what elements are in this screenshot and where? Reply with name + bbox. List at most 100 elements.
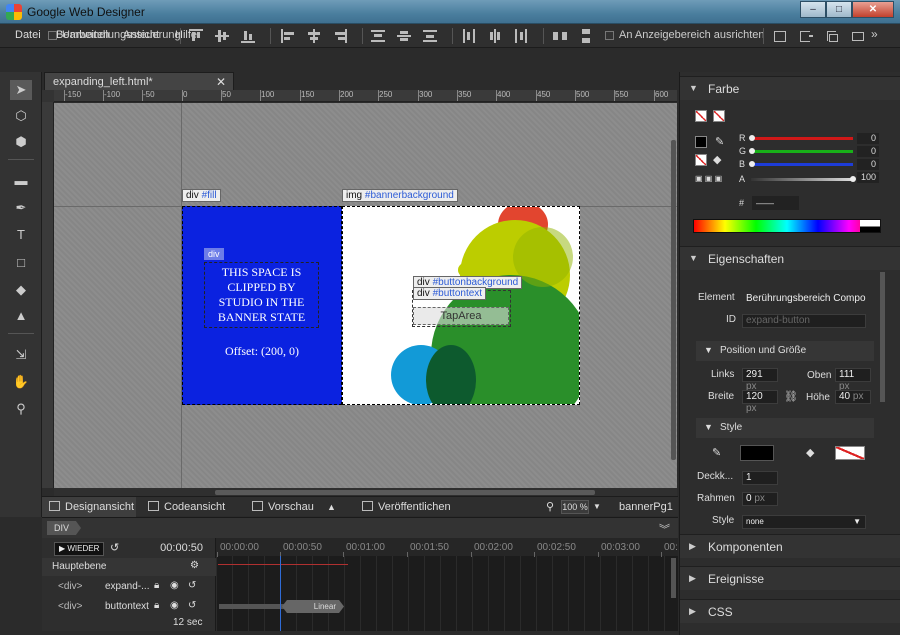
code-view-tab[interactable]: Codeansicht — [148, 497, 225, 517]
align-to-stage-checkbox[interactable] — [605, 31, 614, 40]
insert-page-icon[interactable] — [773, 29, 787, 43]
alpha-slider-knob[interactable] — [850, 176, 856, 182]
timeline-tracks[interactable]: 00:00:00 00:00:50 00:01:00 00:01:50 00:0… — [216, 538, 678, 631]
tap-area-button[interactable]: TapArea — [413, 307, 509, 325]
timeline-breadcrumb[interactable]: DIV — [47, 521, 82, 535]
eye-icon[interactable]: ◉ — [170, 600, 179, 611]
id-input[interactable]: expand-button — [742, 314, 866, 328]
menu-datei[interactable]: Datei — [15, 29, 41, 41]
play-button[interactable]: ▶ WIEDER — [54, 542, 104, 556]
distribute-right-icon[interactable] — [514, 29, 528, 43]
timeline-scrollbar[interactable] — [671, 558, 676, 598]
blue-value[interactable]: 0 — [857, 159, 879, 170]
panel-scrollbar[interactable] — [880, 272, 885, 402]
alpha-value[interactable]: 100 — [857, 172, 879, 183]
align-top-icon[interactable] — [189, 29, 203, 43]
loop-icon[interactable]: ↺ — [110, 541, 119, 554]
width-input[interactable]: 120 px — [742, 390, 778, 414]
publish-button[interactable]: Veröffentlichen — [362, 497, 451, 517]
timeline-row[interactable]: <div> expand-... 🔒︎ ◉ ↺ — [42, 578, 216, 596]
lock-icon[interactable]: 🔒︎ — [154, 580, 159, 591]
tag-tool-icon[interactable]: ▬ — [10, 171, 32, 191]
zoom-input[interactable]: 100 % — [561, 500, 589, 514]
border-input[interactable]: 0 px — [742, 492, 778, 506]
eye-icon[interactable]: ◉ — [170, 580, 179, 591]
distribute-left-icon[interactable] — [462, 29, 476, 43]
pen-tool-icon[interactable]: ✒ — [10, 198, 32, 218]
3d-object-tool-icon[interactable]: ⬡ — [10, 106, 32, 126]
position-size-header[interactable]: ▼ Position und Größe — [696, 341, 874, 361]
maximize-button[interactable]: □ — [826, 1, 852, 18]
align-left-icon[interactable] — [281, 29, 295, 43]
opacity-input[interactable]: 1 — [742, 471, 778, 485]
swatch-mode-icons[interactable]: ▣ ▣ ▣ — [695, 174, 722, 183]
color-section-header[interactable]: ▼ Farbe — [680, 76, 900, 100]
space-vertical-icon[interactable] — [579, 29, 593, 43]
align-middle-icon[interactable] — [215, 29, 229, 43]
red-value[interactable]: 0 — [857, 133, 879, 144]
solid-color-swatch[interactable] — [695, 136, 707, 148]
link-icon[interactable]: ⛓ — [784, 390, 798, 403]
align-right-icon[interactable] — [333, 29, 347, 43]
undo-icon[interactable]: ↺ — [188, 580, 196, 591]
fill-tool-icon[interactable]: ◆ — [10, 280, 32, 300]
distribute-top-icon[interactable] — [371, 29, 385, 43]
red-slider[interactable] — [751, 137, 853, 140]
gear-icon[interactable]: ⚙ — [190, 560, 199, 571]
toolbar-overflow-icon[interactable]: » — [871, 27, 878, 41]
publish-page-icon[interactable] — [851, 29, 865, 43]
paint-bucket-icon[interactable]: ◆ — [713, 153, 721, 166]
duplicate-page-icon[interactable] — [825, 29, 839, 43]
hand-tool-icon[interactable]: ✋ — [10, 372, 32, 392]
fill-color-swatch[interactable] — [835, 446, 865, 460]
stroke-tool-icon[interactable]: ▲ — [10, 306, 32, 326]
green-slider-knob[interactable] — [749, 148, 755, 154]
top-input[interactable]: 111 px — [835, 368, 871, 392]
color-spectrum[interactable] — [693, 219, 881, 233]
easing-segment[interactable]: Linear — [282, 600, 344, 613]
undo-icon[interactable]: ↺ — [188, 600, 196, 611]
components-section-header[interactable]: ▶ Komponenten — [680, 534, 900, 558]
blue-slider[interactable] — [751, 163, 853, 166]
clipped-text-div[interactable]: THIS SPACE IS CLIPPED BY STUDIO IN THE B… — [204, 262, 319, 328]
css-section-header[interactable]: ▶ CSS — [680, 599, 900, 623]
collapse-timeline-icon[interactable]: ︾ — [659, 521, 670, 537]
align-center-icon[interactable] — [307, 29, 321, 43]
style-header[interactable]: ▼ Style — [696, 418, 874, 438]
lock-icon[interactable]: 🔒︎ — [154, 600, 159, 611]
minimize-button[interactable]: – — [800, 1, 826, 18]
playhead[interactable] — [280, 556, 281, 631]
stage-horizontal-scrollbar[interactable] — [215, 490, 595, 495]
design-stage[interactable]: div #fill img #bannerbackground div THIS… — [54, 103, 677, 488]
preview-dropdown-icon[interactable]: ▲ — [327, 497, 336, 517]
stroke-color-swatch[interactable] — [740, 445, 774, 461]
distribute-center-icon[interactable] — [488, 29, 502, 43]
no-fill-swatch[interactable] — [695, 110, 707, 122]
close-tab-icon[interactable]: ✕ — [216, 75, 226, 89]
close-window-button[interactable]: ✕ — [852, 1, 894, 18]
green-value[interactable]: 0 — [857, 146, 879, 157]
page-selector[interactable]: bannerPg1 — [619, 497, 673, 517]
3d-rotation-tool-icon[interactable]: ⬢ — [10, 132, 32, 152]
zoom-tool-icon[interactable]: ⚲ — [10, 399, 32, 419]
stage-vertical-scrollbar[interactable] — [671, 140, 676, 460]
no-stroke-swatch[interactable] — [713, 110, 725, 122]
alpha-slider[interactable] — [751, 178, 853, 181]
style-select[interactable]: none ▼ — [742, 515, 866, 529]
align-bottom-icon[interactable] — [241, 29, 255, 43]
height-input[interactable]: 40 px — [835, 390, 871, 404]
distribute-middle-icon[interactable] — [397, 29, 411, 43]
eyedropper-icon[interactable]: ✎ — [715, 135, 724, 148]
none-swatch[interactable] — [695, 154, 707, 166]
distribute-bottom-icon[interactable] — [423, 29, 437, 43]
properties-section-header[interactable]: ▼ Eigenschaften — [680, 246, 900, 270]
left-input[interactable]: 291 px — [742, 368, 778, 392]
document-tab[interactable]: expanding_left.html* ✕ — [44, 72, 234, 90]
green-slider[interactable] — [751, 150, 853, 153]
zoom-dropdown-icon[interactable]: ▼ — [593, 497, 601, 517]
hex-input[interactable]: —— — [752, 196, 799, 210]
3d-translate-tool-icon[interactable]: ⇲ — [10, 345, 32, 365]
blue-slider-knob[interactable] — [749, 161, 755, 167]
text-tool-icon[interactable]: T — [10, 225, 32, 245]
animation-bar[interactable] — [219, 604, 285, 609]
